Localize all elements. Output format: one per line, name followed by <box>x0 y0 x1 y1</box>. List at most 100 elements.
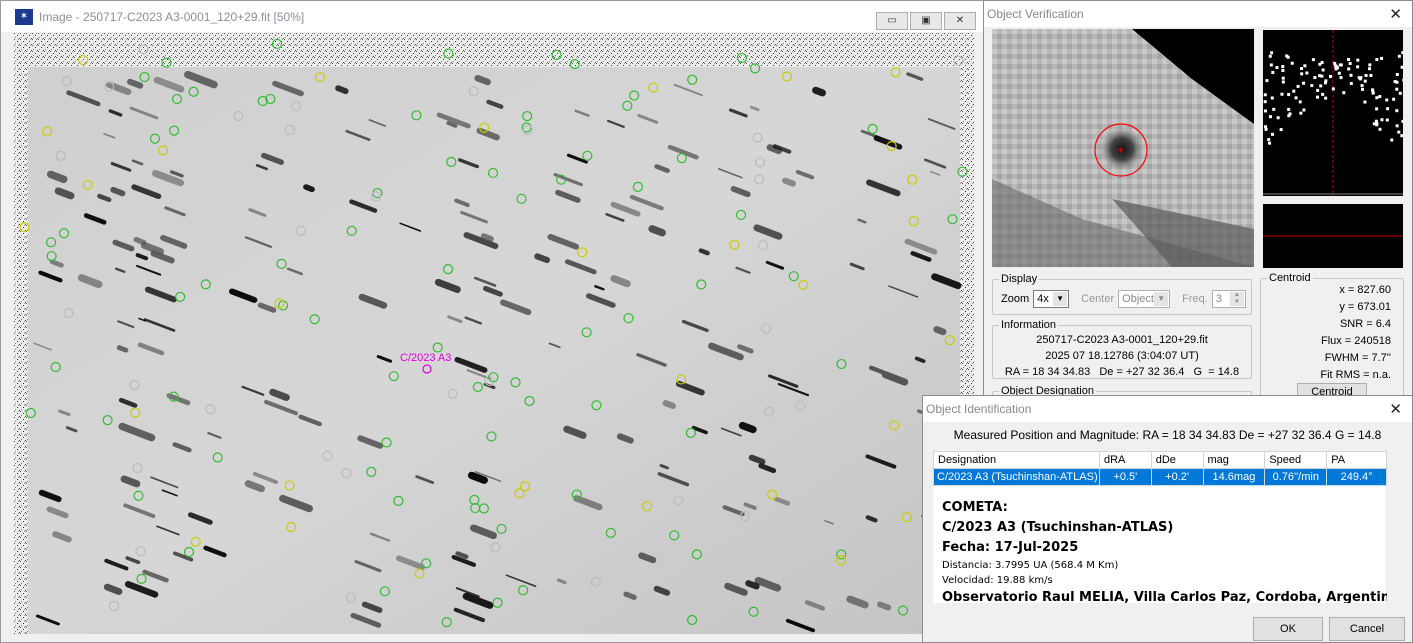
centroid-y: y = 673.01 <box>1339 301 1391 313</box>
profile-point <box>1395 87 1399 91</box>
profile-point <box>1364 73 1368 77</box>
profile-point <box>1347 67 1351 71</box>
star-field: C/2023 A3 <box>14 33 974 634</box>
cell-pa: 249.4° <box>1326 468 1387 486</box>
profile-point <box>1287 114 1291 118</box>
profile-point <box>1333 61 1337 65</box>
horizontal-scrollbar[interactable] <box>933 603 1403 609</box>
profile-point <box>1305 71 1309 75</box>
annotation-text: COMETA: C/2023 A3 (Tsuchinshan-ATLAS) Fe… <box>933 486 1399 605</box>
center-select[interactable]: Object ▼ <box>1118 290 1171 308</box>
object-identification-titlebar[interactable]: Object Identification ✕ <box>923 396 1412 422</box>
centroid-flux: Flux = 240518 <box>1320 335 1391 347</box>
profile-point <box>1324 96 1328 100</box>
centroid-group-label: Centroid <box>1267 272 1313 284</box>
center-label: Center <box>1081 293 1115 305</box>
centroid-snr: SNR = 6.4 <box>1339 318 1391 330</box>
cell-mag: 14.6mag <box>1202 468 1266 486</box>
star-trail <box>127 78 144 89</box>
vertical-scrollbar[interactable] <box>1387 451 1403 603</box>
col-pa[interactable]: PA <box>1326 451 1387 469</box>
star-trail <box>865 515 878 523</box>
col-mag[interactable]: mag <box>1202 451 1266 469</box>
cancel-button[interactable]: Cancel <box>1329 617 1405 641</box>
star-trail <box>474 74 491 86</box>
profile-point <box>1347 58 1351 62</box>
col-speed[interactable]: Speed <box>1264 451 1328 469</box>
profile-point <box>1272 107 1276 111</box>
chevron-down-icon: ▼ <box>1154 292 1169 306</box>
profile-point <box>1371 88 1375 92</box>
comet-label: C/2023 A3 <box>400 352 451 364</box>
profile-point <box>1331 87 1335 91</box>
col-designation[interactable]: Designation <box>933 451 1100 469</box>
profile-point <box>1264 127 1268 131</box>
zoom-view[interactable] <box>992 29 1254 267</box>
profile-point <box>1321 68 1325 72</box>
table-row[interactable]: C/2023 A3 (Tsuchinshan-ATLAS) +0.5' +0.2… <box>933 468 1387 486</box>
profile-point <box>1310 84 1314 88</box>
star-trail <box>748 454 766 465</box>
close-icon[interactable]: ✕ <box>1389 400 1402 418</box>
profile-point <box>1342 91 1346 95</box>
profile-point <box>1368 63 1372 67</box>
minimize-button[interactable]: ▭ <box>876 12 908 30</box>
profile-point <box>1298 100 1302 104</box>
star-trail <box>455 551 469 559</box>
note-line-4: Distancia: 3.7995 UA (568.4 M Km) <box>942 560 1119 571</box>
restore-button[interactable]: ▣ <box>910 12 942 30</box>
close-icon[interactable]: ✕ <box>1389 5 1402 23</box>
star-trail <box>738 421 757 434</box>
info-datetime: 2025 07 18.12786 (3:04:07 UT) <box>1045 350 1199 362</box>
profile-point <box>1319 84 1323 88</box>
centroid-x: x = 827.60 <box>1339 284 1391 296</box>
profile-point <box>1358 77 1362 81</box>
profile-point <box>1275 66 1279 70</box>
star-trail <box>914 356 926 364</box>
image-window-titlebar[interactable]: ✶ Image - 250717-C2023 A3-0001_120+29.fi… <box>1 1 984 32</box>
noisy-left-border <box>14 33 28 634</box>
astro-image-canvas[interactable]: C/2023 A3 <box>14 33 974 634</box>
freq-stepper[interactable]: 3 ▲ ▼ <box>1211 290 1246 308</box>
information-group-label: Information <box>999 319 1059 331</box>
profile-point <box>1294 96 1298 100</box>
profile-point <box>1270 51 1274 55</box>
object-verification-titlebar[interactable]: Object Verification ✕ <box>984 1 1412 27</box>
profile-plot <box>1263 30 1406 196</box>
profile-point <box>1268 115 1272 119</box>
star-trail <box>556 578 567 585</box>
profile-point <box>1380 56 1384 60</box>
info-filename: 250717-C2023 A3-0001_120+29.fit <box>1036 334 1208 346</box>
ok-button[interactable]: OK <box>1253 617 1323 641</box>
profile-point <box>1375 58 1379 62</box>
profile-point <box>1313 76 1317 80</box>
image-window-title: Image - 250717-C2023 A3-0001_120+29.fit … <box>39 9 305 24</box>
profile-point <box>1349 73 1353 77</box>
profile-point <box>1292 89 1296 93</box>
profile-point <box>1281 80 1285 84</box>
identification-table: Designation dRA dDe mag Speed PA C/2023 … <box>933 451 1387 486</box>
star-trail <box>480 233 494 242</box>
zoom-select[interactable]: 4x ▼ <box>1033 290 1070 308</box>
col-dra[interactable]: dRA <box>1098 451 1152 469</box>
object-verification-title: Object Verification <box>987 7 1084 21</box>
info-coords: RA = 18 34 34.83 De = +27 32 36.4 G = 14… <box>1004 366 1240 378</box>
profile-point <box>1395 109 1399 113</box>
profile-point <box>1270 132 1274 136</box>
star-trail <box>120 475 141 488</box>
profile-point <box>1368 67 1372 71</box>
profile-point <box>1263 109 1267 113</box>
object-identification-title: Object Identification <box>926 402 1032 416</box>
profile-point <box>1300 72 1304 76</box>
cell-dra: +0.5' <box>1098 468 1152 486</box>
cell-speed: 0.76''/min <box>1264 468 1328 486</box>
app-icon: ✶ <box>15 8 33 25</box>
star-trail <box>133 237 147 246</box>
profile-point <box>1268 54 1272 58</box>
centroid-fit-rms: Fit RMS = n.a. <box>1320 369 1391 381</box>
freq-label: Freq. <box>1182 293 1208 305</box>
col-dde[interactable]: dDe <box>1150 451 1204 469</box>
profile-point <box>1271 70 1275 74</box>
star-trail <box>933 326 947 336</box>
close-button[interactable]: ✕ <box>944 12 976 30</box>
